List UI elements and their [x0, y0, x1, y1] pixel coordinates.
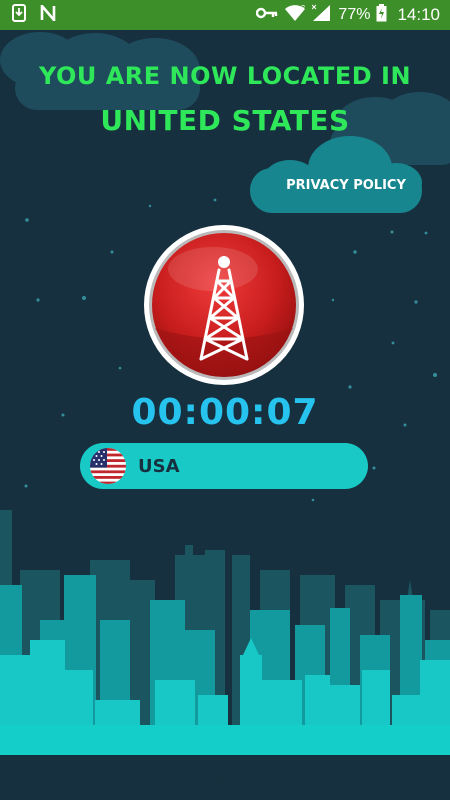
privacy-policy-button[interactable]: PRIVACY POLICY	[252, 170, 440, 200]
back-icon	[65, 763, 84, 785]
connect-button[interactable]	[143, 224, 305, 386]
back-button[interactable]	[45, 752, 105, 796]
country-name: USA	[138, 455, 180, 477]
country-selector[interactable]: USA	[80, 443, 368, 489]
headline-line-2: UNITED STATES	[100, 104, 350, 137]
us-flag-icon	[90, 448, 126, 484]
navigation-bar	[0, 748, 450, 800]
city-skyline	[0, 510, 450, 755]
recents-icon	[364, 763, 386, 785]
headline-line-1: YOU ARE NOW LOCATED IN	[38, 62, 412, 90]
home-button[interactable]	[195, 752, 255, 796]
home-icon	[213, 762, 237, 786]
connection-timer: 00:00:07	[131, 392, 319, 433]
recents-button[interactable]	[345, 752, 405, 796]
